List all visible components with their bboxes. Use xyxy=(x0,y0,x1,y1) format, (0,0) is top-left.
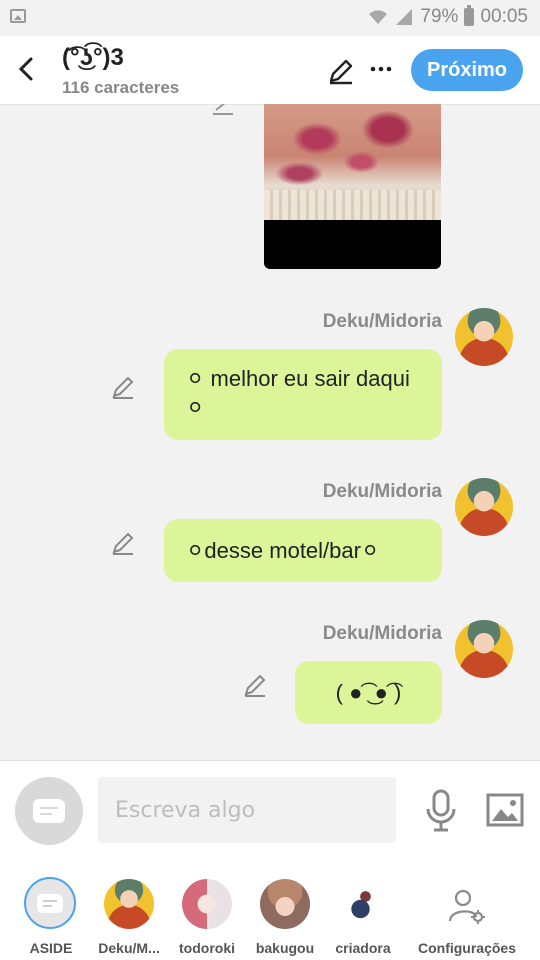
chat-thread: Deku/Midoria ⚪ melhor eu sair daqui ⚪ De… xyxy=(0,104,540,760)
message-input[interactable] xyxy=(98,777,396,843)
nav-label: bakugou xyxy=(255,940,315,956)
avatar xyxy=(182,879,232,929)
image-icon[interactable] xyxy=(486,793,524,827)
chat-bubble-button[interactable] xyxy=(15,777,83,845)
pencil-icon[interactable] xyxy=(326,56,356,86)
sender-name: Deku/Midoria xyxy=(322,623,442,644)
chat-bubble-icon xyxy=(24,877,76,929)
avatar xyxy=(338,879,388,929)
pencil-icon[interactable] xyxy=(242,672,268,698)
next-button[interactable]: Próximo xyxy=(411,49,523,91)
message-bubble[interactable]: ( ●͡ ͜ ●͡ ) xyxy=(295,661,442,724)
signal-icon xyxy=(396,9,413,25)
battery-percent: 79% xyxy=(420,6,459,27)
avatar xyxy=(104,879,154,929)
nav-label: Configurações xyxy=(417,940,516,956)
user-settings-icon xyxy=(448,889,485,924)
bottom-nav: ASIDE Deku/M... todoroki bakugou criador… xyxy=(0,861,540,960)
wifi-icon xyxy=(369,10,388,24)
nav-label: todoroki xyxy=(179,940,235,956)
pencil-icon[interactable] xyxy=(210,104,236,116)
compose-header: (͡°͜ʖ͡°)3 116 caracteres Próximo xyxy=(0,36,540,105)
sender-name: Deku/Midoria xyxy=(322,311,442,332)
microphone-icon[interactable] xyxy=(424,789,458,833)
chat-bubble-icon xyxy=(33,799,65,823)
status-bar: 79% 00:05 xyxy=(0,0,540,36)
image-message[interactable] xyxy=(264,104,441,269)
avatar[interactable] xyxy=(455,478,513,536)
sender-name: Deku/Midoria xyxy=(322,481,442,502)
photo-detail xyxy=(264,190,441,220)
avatar[interactable] xyxy=(455,620,513,678)
chat-title: (͡°͜ʖ͡°)3 xyxy=(62,44,124,71)
avatar[interactable] xyxy=(455,308,513,366)
clock: 00:05 xyxy=(480,6,528,27)
character-count: 116 caracteres xyxy=(62,78,180,97)
pencil-icon[interactable] xyxy=(110,530,136,556)
nav-label: criadora xyxy=(335,940,391,956)
battery-icon xyxy=(464,5,475,26)
composer-bar xyxy=(0,760,540,862)
message-bubble[interactable]: ⚪ melhor eu sair daqui ⚪ xyxy=(164,349,442,440)
nav-label: ASIDE xyxy=(29,940,73,956)
pencil-icon[interactable] xyxy=(110,374,136,400)
more-options-icon[interactable] xyxy=(368,56,394,82)
avatar xyxy=(260,879,310,929)
back-arrow-icon[interactable] xyxy=(14,56,40,82)
nav-label: Deku/M... xyxy=(98,940,160,956)
gallery-notification-icon xyxy=(10,9,26,23)
message-bubble[interactable]: ⚪desse motel/bar⚪ xyxy=(164,519,442,582)
